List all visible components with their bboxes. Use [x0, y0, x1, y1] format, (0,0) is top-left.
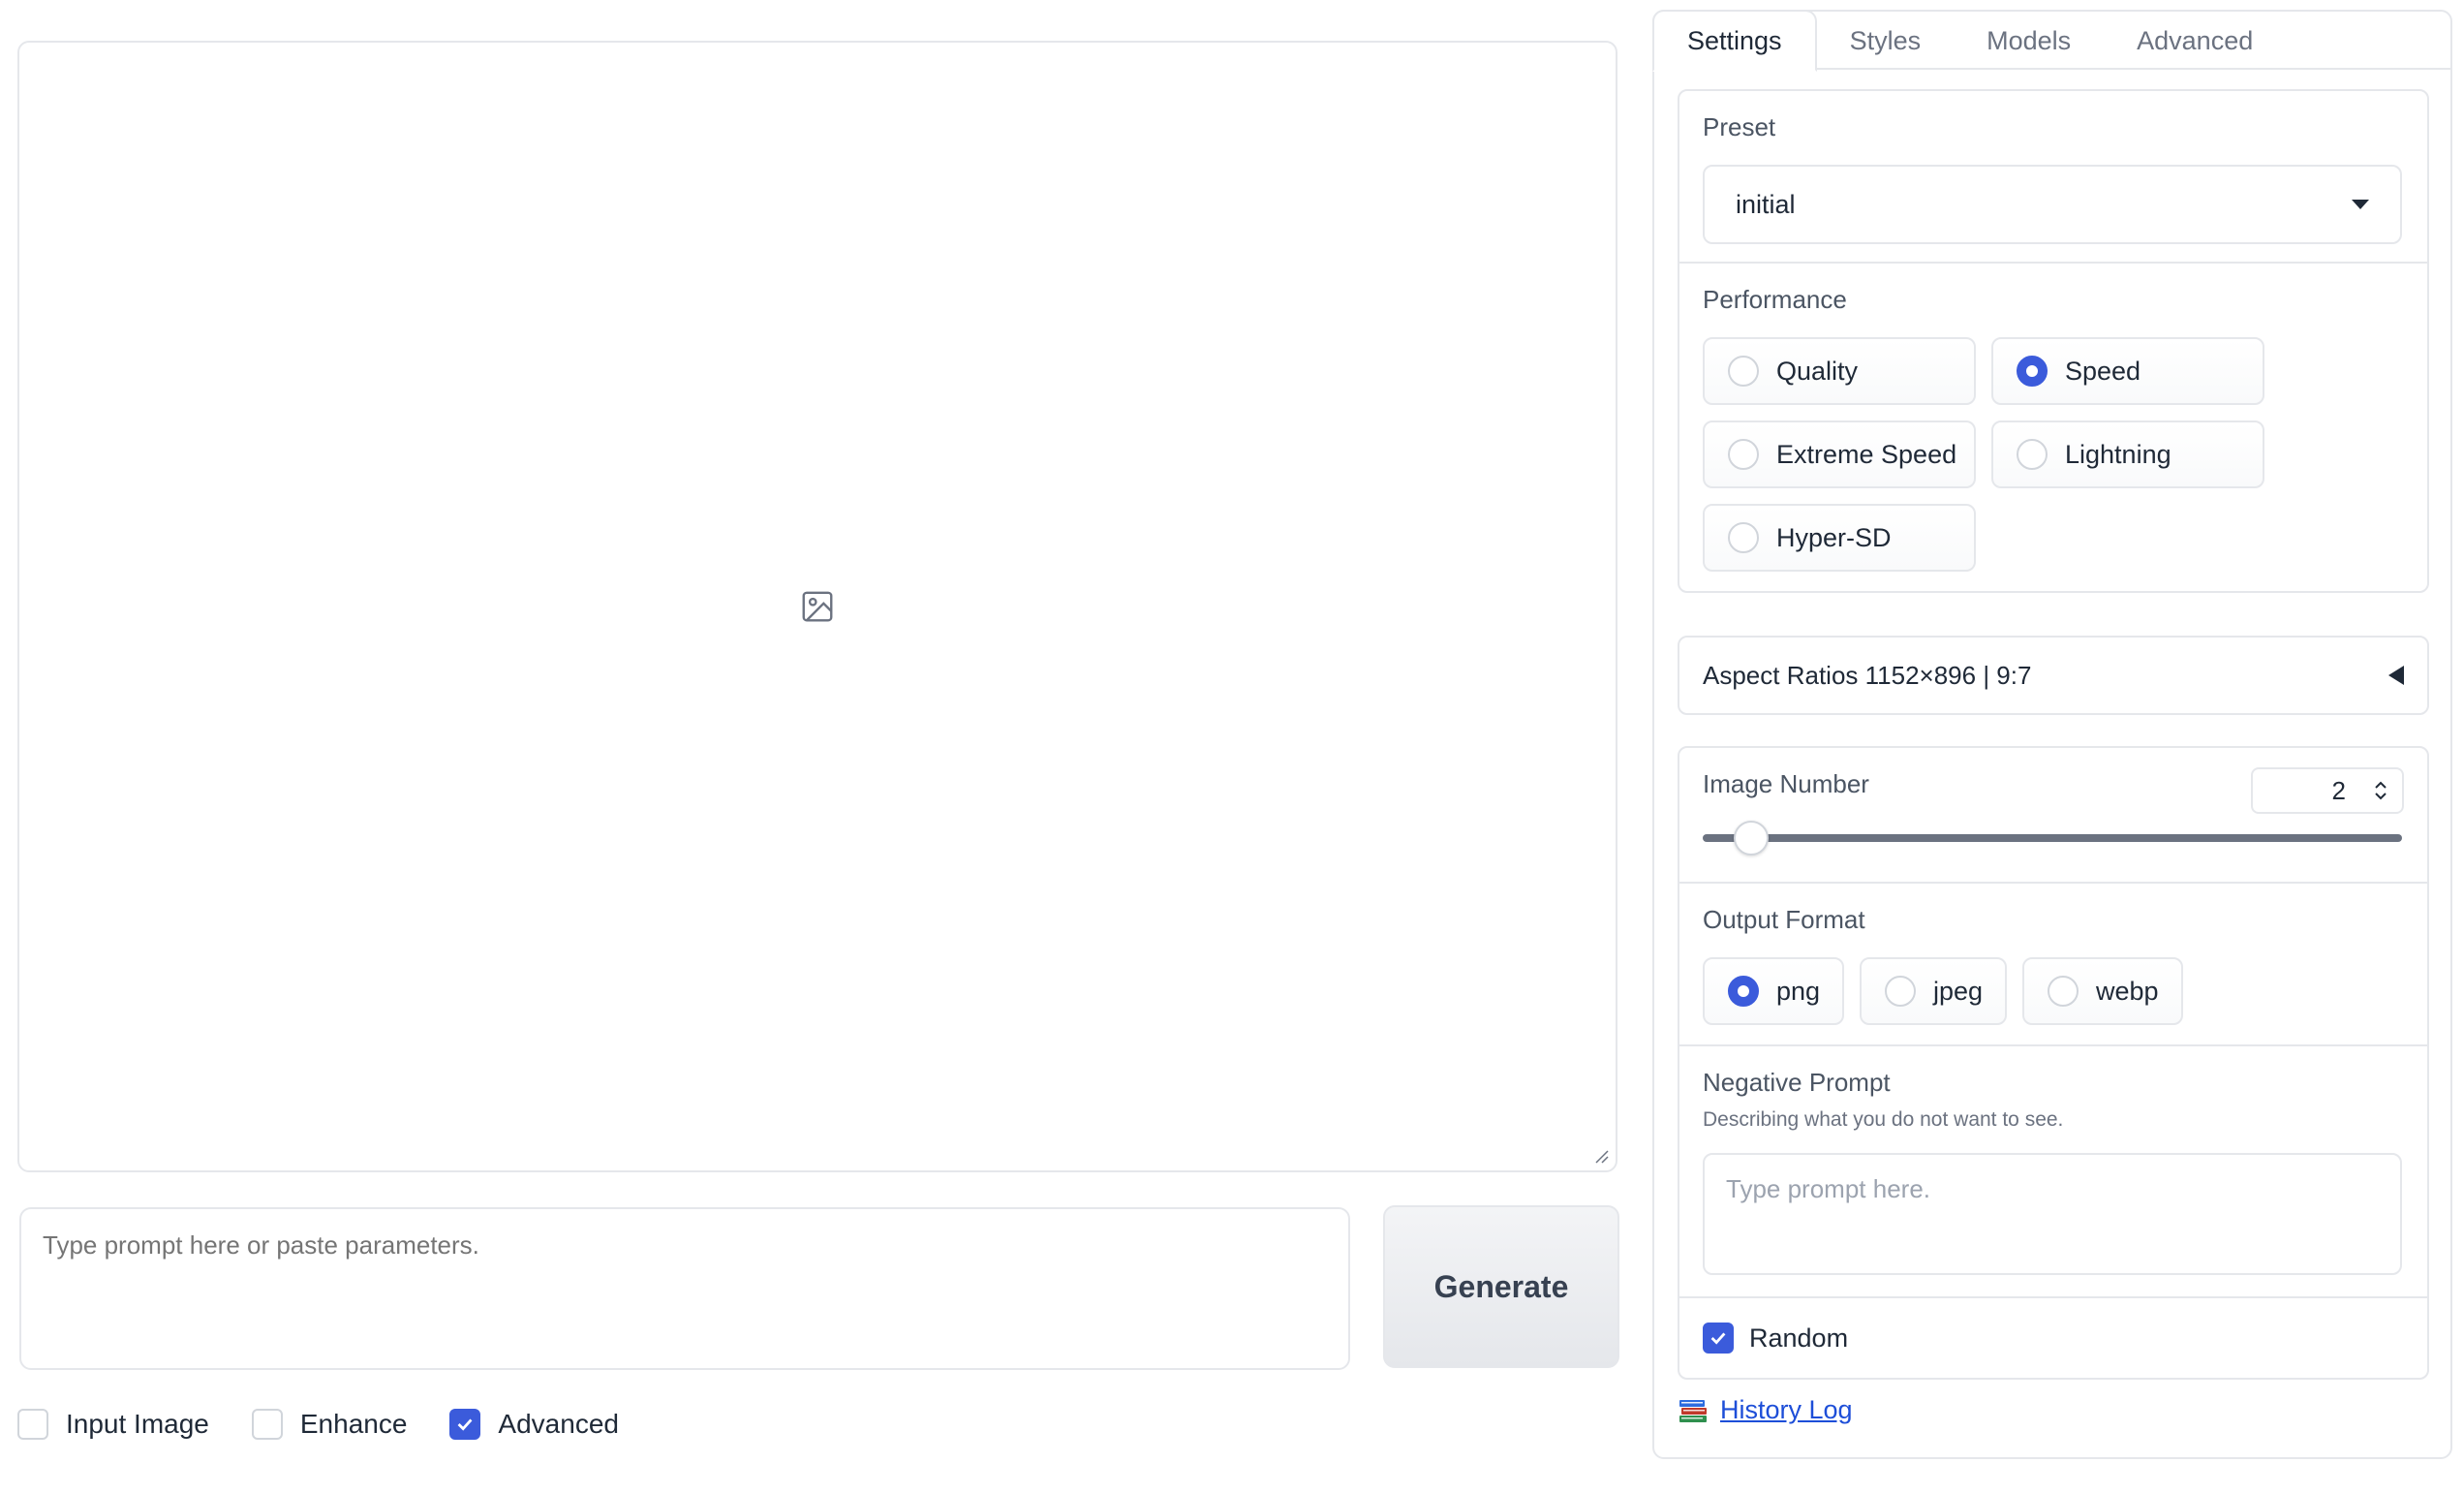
prompt-input[interactable]	[19, 1207, 1350, 1370]
preset-dropdown[interactable]: initial	[1703, 165, 2402, 244]
random-seed-section: Random	[1679, 1298, 2427, 1378]
output-format-section: Output Format png jpeg webp	[1679, 884, 2427, 1046]
input-image-checkbox[interactable]: Input Image	[17, 1409, 209, 1440]
checkbox-label: Enhance	[299, 1409, 408, 1439]
preset-performance-card: Preset initial Performance Quality Speed…	[1678, 89, 2429, 593]
image-icon	[799, 588, 836, 625]
history-log[interactable]: History Log	[1678, 1395, 1853, 1425]
tab-styles[interactable]: Styles	[1817, 12, 1955, 70]
performance-option-lightning[interactable]: Lightning	[1991, 420, 2264, 488]
random-label: Random	[1749, 1323, 1849, 1353]
radio-icon	[2017, 439, 2048, 470]
format-option-jpeg[interactable]: jpeg	[1860, 957, 2007, 1025]
option-label: jpeg	[1933, 976, 1984, 1006]
option-label: Quality	[1776, 356, 1859, 386]
radio-icon	[1728, 356, 1759, 387]
radio-icon	[1885, 976, 1916, 1007]
tab-models[interactable]: Models	[1954, 12, 2104, 70]
preset-section: Preset initial	[1679, 91, 2427, 264]
enhance-checkbox[interactable]: Enhance	[251, 1409, 408, 1440]
tab-settings[interactable]: Settings	[1652, 10, 1817, 72]
tab-advanced[interactable]: Advanced	[2104, 12, 2286, 70]
image-gallery[interactable]	[17, 41, 1617, 1172]
performance-section: Performance Quality Speed Extreme Speed …	[1679, 264, 2427, 591]
resize-handle-icon[interactable]	[1592, 1147, 1610, 1165]
option-label: Extreme Speed	[1776, 439, 1957, 469]
image-number-input[interactable]: 2	[2251, 767, 2404, 814]
option-label: Hyper-SD	[1776, 522, 1892, 552]
checkbox-label: Advanced	[498, 1409, 619, 1439]
checkbox-box[interactable]	[1703, 1323, 1734, 1354]
radio-selected-icon	[2017, 356, 2048, 387]
negative-prompt-info: Describing what you do not want to see.	[1703, 1108, 2064, 1131]
generation-options-card: Image Number 2 Output Format png jpeg we…	[1678, 746, 2429, 1380]
history-log-link[interactable]: History Log	[1720, 1395, 1853, 1425]
option-checkboxes: Input Image Enhance Advanced	[17, 1403, 662, 1446]
checkbox-box[interactable]	[449, 1409, 481, 1440]
advanced-checkbox[interactable]: Advanced	[449, 1409, 619, 1440]
performance-option-extreme-speed[interactable]: Extreme Speed	[1703, 420, 1976, 488]
performance-option-hyper-sd[interactable]: Hyper-SD	[1703, 504, 1976, 572]
collapse-arrow-icon	[2388, 666, 2404, 685]
checkbox-box[interactable]	[17, 1409, 48, 1440]
preset-value: initial	[1736, 189, 1796, 219]
aspect-ratios-accordion[interactable]: Aspect Ratios 1152×896 | 9:7	[1678, 636, 2429, 715]
radio-icon	[2048, 976, 2079, 1007]
negative-prompt-input[interactable]: Type prompt here.	[1703, 1153, 2402, 1275]
format-option-webp[interactable]: webp	[2022, 957, 2183, 1025]
performance-label: Performance	[1703, 285, 1847, 314]
generate-button[interactable]: Generate	[1383, 1205, 1619, 1368]
books-icon	[1678, 1396, 1710, 1425]
performance-option-quality[interactable]: Quality	[1703, 337, 1976, 405]
output-format-label: Output Format	[1703, 905, 1865, 934]
option-label: png	[1776, 976, 1821, 1006]
settings-panel: Settings Styles Models Advanced Preset i…	[1652, 10, 2452, 1459]
preset-label: Preset	[1703, 112, 1776, 141]
radio-icon	[1728, 522, 1759, 553]
image-number-slider-handle[interactable]	[1734, 821, 1770, 856]
radio-icon	[1728, 439, 1759, 470]
performance-option-speed[interactable]: Speed	[1991, 337, 2264, 405]
negative-prompt-section: Negative Prompt Describing what you do n…	[1679, 1046, 2427, 1298]
checkbox-label: Input Image	[66, 1409, 209, 1439]
option-label: webp	[2096, 976, 2159, 1006]
image-number-value: 2	[2331, 775, 2346, 805]
random-checkbox[interactable]: Random	[1703, 1323, 1848, 1354]
image-number-slider-track[interactable]	[1703, 834, 2402, 842]
checkmark-icon	[458, 1418, 473, 1431]
format-option-png[interactable]: png	[1703, 957, 1844, 1025]
checkmark-icon	[1710, 1332, 1726, 1345]
stepper-icon[interactable]	[2371, 777, 2390, 804]
radio-selected-icon	[1728, 976, 1759, 1007]
option-label: Lightning	[2065, 439, 2171, 469]
option-label: Speed	[2065, 356, 2141, 386]
image-number-section: Image Number 2	[1679, 748, 2427, 884]
image-number-label: Image Number	[1703, 769, 1869, 798]
aspect-ratios-label: Aspect Ratios 1152×896 | 9:7	[1703, 660, 2032, 690]
tab-bar: Settings Styles Models Advanced	[1652, 10, 2450, 72]
negative-prompt-label: Negative Prompt	[1703, 1068, 1891, 1097]
dropdown-caret-icon	[2352, 200, 2369, 209]
checkbox-box[interactable]	[251, 1409, 283, 1440]
